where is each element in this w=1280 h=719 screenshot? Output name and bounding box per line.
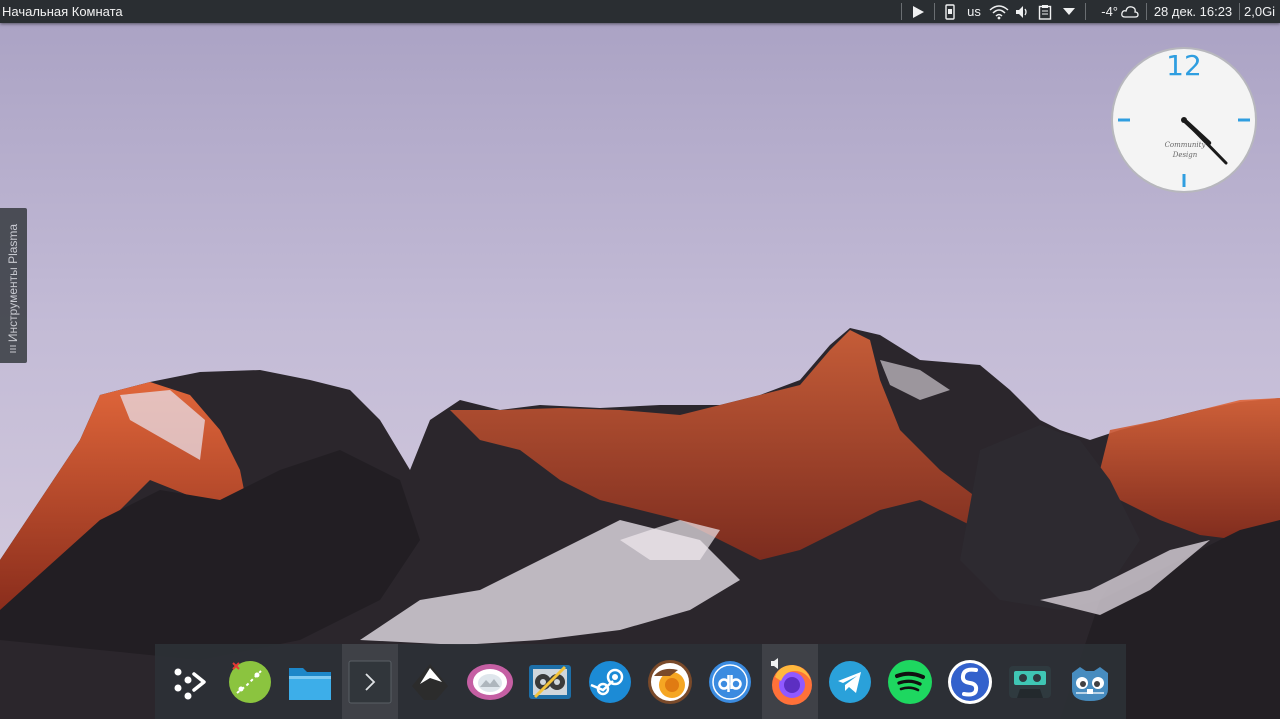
simplenote-icon: [948, 659, 992, 704]
grip-icon: [10, 345, 16, 353]
dock-item-gwenview[interactable]: [462, 644, 518, 719]
system-tray: us -4° 28 дек. 16:23 2,0Gi: [897, 0, 1280, 23]
dock-item-konsole[interactable]: [342, 644, 398, 719]
tray-separator: [1239, 3, 1240, 20]
tray-separator: [1085, 3, 1086, 20]
qbittorrent-icon: [709, 660, 751, 703]
memory-usage[interactable]: 2,0Gi: [1244, 0, 1280, 23]
dock-item-dolphin[interactable]: [282, 644, 338, 719]
dock-item-firefox[interactable]: [762, 644, 818, 719]
telegram-icon: [829, 660, 871, 703]
spotify-icon: [888, 659, 932, 704]
clock-brand-line1: Community: [1164, 141, 1206, 149]
terminal-icon: [348, 660, 392, 703]
cassette-icon: [1009, 665, 1051, 698]
volume-icon[interactable]: [1011, 0, 1033, 23]
weather-cloud-icon[interactable]: [1118, 0, 1142, 23]
dock-item-steam[interactable]: [582, 644, 638, 719]
kde-launcher-icon: [174, 668, 206, 699]
top-panel: Начальная Комната us -4° 28 дек. 16:23 2…: [0, 0, 1280, 23]
tray-separator: [934, 3, 935, 20]
dock-item-spotify[interactable]: [882, 644, 938, 719]
desktop-wallpaper: [0, 0, 1280, 719]
dock-item-telegram[interactable]: [822, 644, 878, 719]
tray-separator: [1146, 3, 1147, 20]
dock-item-simplenote[interactable]: [942, 644, 998, 719]
digital-clock[interactable]: 28 дек. 16:23: [1151, 0, 1235, 23]
clock-brand-line2: Design: [1172, 151, 1198, 159]
clipboard-icon[interactable]: [1033, 0, 1057, 23]
dock: [155, 644, 1126, 719]
keyboard-layout-indicator[interactable]: us: [961, 0, 987, 23]
kstars-icon: [229, 660, 271, 703]
wifi-icon[interactable]: [987, 0, 1011, 23]
clock-twelve-label: 12: [1166, 49, 1202, 82]
dock-item-qbittorrent[interactable]: [702, 644, 758, 719]
clock-brand: Community Design: [1163, 140, 1207, 160]
inkscape-icon: [412, 663, 448, 700]
image-viewer-icon: [467, 663, 513, 700]
tray-separator: [901, 3, 902, 20]
dock-item-blender[interactable]: [642, 644, 698, 719]
video-editor-icon: [529, 664, 571, 699]
plasma-tab-label: Инструменты Plasma: [6, 223, 20, 343]
media-play-icon[interactable]: [906, 0, 930, 23]
dock-item-cassette-player[interactable]: [1002, 644, 1058, 719]
plasma-widgets-tab[interactable]: Инструменты Plasma: [0, 208, 27, 363]
dock-item-godot[interactable]: [1062, 644, 1118, 719]
dock-item-kdenlive[interactable]: [522, 644, 578, 719]
analog-clock-widget[interactable]: 12 Community Design: [1109, 45, 1259, 195]
dock-item-kstars[interactable]: [222, 644, 278, 719]
dock-item-inkscape[interactable]: [402, 644, 458, 719]
tray-expand-arrow-icon[interactable]: [1057, 0, 1081, 23]
active-window-title: Начальная Комната: [2, 4, 123, 19]
steam-icon: [589, 660, 631, 703]
dock-item-application-launcher[interactable]: [162, 644, 218, 719]
godot-icon: [1072, 666, 1108, 701]
firefox-icon: [771, 657, 812, 705]
weather-temperature[interactable]: -4°: [1090, 0, 1118, 23]
folder-icon: [289, 667, 331, 700]
kdeconnect-phone-icon[interactable]: [939, 0, 961, 23]
blender-icon: [648, 659, 692, 704]
